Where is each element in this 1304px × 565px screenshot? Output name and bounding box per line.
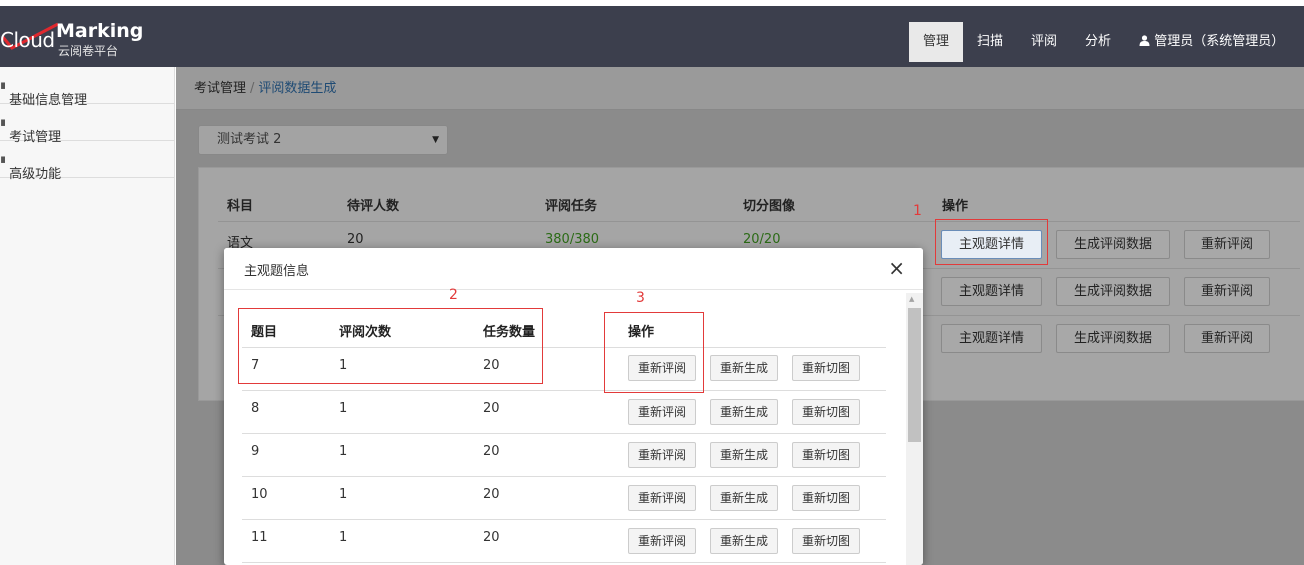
user-icon: [1139, 35, 1150, 46]
top-navbar: Cloud Marking 云阅卷平台 管理 扫描 评阅 分析 管理员（系统管理…: [0, 6, 1304, 67]
table-divider: [242, 390, 886, 391]
re-review-button[interactable]: 重新评阅: [1184, 324, 1270, 353]
sidebar-item-label: 高级功能: [9, 167, 62, 182]
cell-review-times: 1: [339, 444, 348, 459]
cell-question: 11: [251, 530, 268, 545]
user-name: 管理员（系统管理员）: [1154, 34, 1285, 49]
subjective-info-modal: 主观题信息 × ▲ 题目 评阅次数 任务数量 操作 7 1 20 重新评阅 重新…: [224, 248, 923, 565]
logo-cloud-text: Cloud: [0, 28, 55, 52]
re-cut-button[interactable]: 重新切图: [792, 442, 860, 468]
annotation-box-1: [935, 219, 1048, 265]
re-cut-button[interactable]: 重新切图: [792, 528, 860, 554]
sidebar-item-advanced[interactable]: ▪ 高级功能: [0, 141, 174, 182]
re-cut-button[interactable]: 重新切图: [792, 399, 860, 425]
modal-header: 主观题信息 ×: [224, 248, 923, 290]
cell-question: 9: [251, 444, 260, 459]
re-review-button[interactable]: 重新评阅: [628, 399, 696, 425]
generate-review-data-button[interactable]: 生成评阅数据: [1056, 277, 1170, 306]
subjective-detail-button[interactable]: 主观题详情: [941, 277, 1042, 306]
sidebar-item-basic-info[interactable]: ▪ 基础信息管理: [0, 67, 174, 108]
cell-question: 8: [251, 401, 260, 416]
col-header-pending: 待评人数: [347, 199, 400, 214]
cell-pending: 20: [347, 232, 364, 247]
modal-title: 主观题信息: [244, 264, 310, 279]
annotation-box-2: [238, 308, 543, 384]
re-review-button[interactable]: 重新评阅: [628, 485, 696, 511]
nav-item-manage[interactable]: 管理: [909, 22, 964, 62]
user-menu[interactable]: 管理员（系统管理员）: [1125, 22, 1298, 62]
re-cut-button[interactable]: 重新切图: [792, 355, 860, 381]
col-header-actions: 操作: [942, 199, 969, 214]
subjective-detail-button[interactable]: 主观题详情: [941, 324, 1042, 353]
col-header-images: 切分图像: [743, 199, 796, 214]
annotation-box-3: [604, 312, 704, 393]
sidebar-item-exam-manage[interactable]: ▪ 考试管理: [0, 104, 174, 145]
close-icon[interactable]: ×: [888, 257, 905, 279]
nav-item-scan[interactable]: 扫描: [963, 22, 1017, 62]
annotation-label-3: 3: [636, 290, 645, 306]
annotation-label-2: 2: [449, 287, 458, 303]
re-cut-button[interactable]: 重新切图: [792, 485, 860, 511]
scrollbar-thumb[interactable]: [908, 308, 921, 442]
exam-select-value: 测试考试 2: [217, 132, 282, 147]
main-nav: 管理 扫描 评阅 分析 管理员（系统管理员）: [909, 22, 1298, 62]
list-icon: ▪: [0, 78, 5, 93]
regenerate-button[interactable]: 重新生成: [710, 485, 778, 511]
cell-task-count: 20: [483, 487, 500, 502]
col-header-subject: 科目: [227, 199, 254, 214]
breadcrumb: 考试管理 / 评阅数据生成: [176, 67, 1304, 110]
sidebar: ▪ 基础信息管理 ▪ 考试管理 ▪ 高级功能: [0, 67, 175, 565]
edit-icon: ▪: [0, 115, 5, 130]
cell-tasks: 380/380: [545, 232, 600, 247]
logo-marking-text: Marking: [56, 20, 144, 42]
table-divider: [242, 519, 886, 520]
regenerate-button[interactable]: 重新生成: [710, 528, 778, 554]
cell-review-times: 1: [339, 530, 348, 545]
cell-review-times: 1: [339, 401, 348, 416]
cell-question: 10: [251, 487, 268, 502]
col-header-tasks: 评阅任务: [545, 199, 598, 214]
annotation-label-1: 1: [913, 203, 922, 219]
generate-review-data-button[interactable]: 生成评阅数据: [1056, 230, 1170, 259]
cell-task-count: 20: [483, 444, 500, 459]
re-review-button[interactable]: 重新评阅: [1184, 230, 1270, 259]
table-divider: [242, 562, 886, 563]
cell-task-count: 20: [483, 530, 500, 545]
generate-review-data-button[interactable]: 生成评阅数据: [1056, 324, 1170, 353]
table-divider: [242, 476, 886, 477]
breadcrumb-parent[interactable]: 考试管理: [194, 81, 246, 96]
cell-images: 20/20: [743, 232, 781, 247]
grid-icon: ▪: [0, 152, 5, 167]
scroll-up-arrow-icon[interactable]: ▲: [909, 295, 914, 303]
exam-select[interactable]: 测试考试 2 ▼: [198, 125, 448, 155]
table-divider: [242, 433, 886, 434]
re-review-button[interactable]: 重新评阅: [628, 442, 696, 468]
cell-review-times: 1: [339, 487, 348, 502]
breadcrumb-current: 评阅数据生成: [258, 81, 337, 96]
re-review-button[interactable]: 重新评阅: [1184, 277, 1270, 306]
regenerate-button[interactable]: 重新生成: [710, 442, 778, 468]
breadcrumb-separator: /: [250, 81, 255, 96]
nav-item-analysis[interactable]: 分析: [1071, 22, 1125, 62]
re-review-button[interactable]: 重新评阅: [628, 528, 696, 554]
regenerate-button[interactable]: 重新生成: [710, 355, 778, 381]
cell-task-count: 20: [483, 401, 500, 416]
dropdown-caret-icon: ▼: [432, 135, 439, 145]
table-divider: [218, 221, 1300, 222]
regenerate-button[interactable]: 重新生成: [710, 399, 778, 425]
nav-item-review[interactable]: 评阅: [1017, 22, 1071, 62]
logo-subtitle: 云阅卷平台: [58, 44, 119, 58]
